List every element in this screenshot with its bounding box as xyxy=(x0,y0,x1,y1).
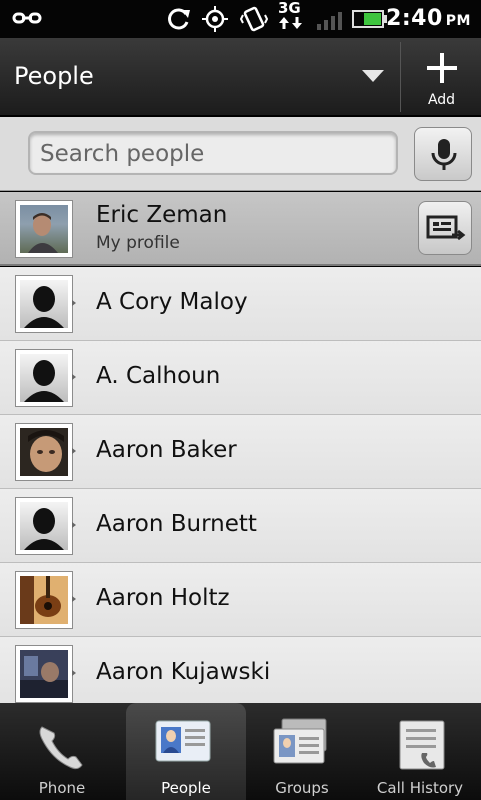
clock-ampm: PM xyxy=(445,13,471,29)
contact-photo xyxy=(20,428,68,476)
voice-search-button[interactable] xyxy=(414,127,472,181)
battery-icon xyxy=(352,10,388,32)
contact-name: Aaron Kujawski xyxy=(96,659,271,685)
header-divider xyxy=(400,42,401,112)
vibrate-icon xyxy=(239,6,269,36)
add-label: Add xyxy=(427,92,456,108)
default-contact-icon xyxy=(20,502,68,550)
bottom-tab-bar: Phone People Groups Call History xyxy=(0,703,481,800)
3g-icon: 3G xyxy=(278,1,306,30)
tab-call-history[interactable]: Call History xyxy=(360,703,480,800)
avatar xyxy=(15,497,73,555)
avatar xyxy=(15,275,73,333)
search-input[interactable]: Search people xyxy=(28,131,398,175)
avatar xyxy=(15,645,73,703)
tick-marker xyxy=(72,596,76,602)
contact-name: Aaron Holtz xyxy=(96,585,230,611)
page-title[interactable]: People xyxy=(14,62,94,90)
groups-icon xyxy=(273,718,327,764)
search-placeholder: Search people xyxy=(40,141,205,167)
clock-time: 2:40 xyxy=(386,6,443,31)
tick-marker xyxy=(72,522,76,528)
contact-name: Aaron Burnett xyxy=(96,511,257,537)
search-bar: Search people xyxy=(0,117,481,191)
header-bar: People Add xyxy=(0,38,481,116)
usb-icon xyxy=(12,10,42,30)
send-card-button[interactable] xyxy=(418,201,472,255)
tick-marker xyxy=(72,670,76,676)
tab-label: Groups xyxy=(275,779,329,797)
avatar xyxy=(15,349,73,407)
tab-phone[interactable]: Phone xyxy=(2,703,122,800)
tick-marker xyxy=(72,374,76,380)
status-bar: 3G 2:40 PM xyxy=(0,0,481,38)
list-item[interactable]: A Cory Maloy xyxy=(0,267,481,341)
profile-subtitle: My profile xyxy=(96,233,180,253)
microphone-icon xyxy=(431,139,457,170)
avatar xyxy=(15,200,73,258)
signal-icon xyxy=(316,8,348,34)
avatar xyxy=(15,423,73,481)
sync-icon xyxy=(166,6,192,36)
contact-photo xyxy=(20,650,68,698)
add-button[interactable]: Add xyxy=(402,38,481,116)
list-item[interactable]: Aaron Burnett xyxy=(0,489,481,563)
gps-icon xyxy=(200,6,230,36)
contact-name: A Cory Maloy xyxy=(96,289,248,315)
tick-marker xyxy=(72,300,76,306)
plus-icon xyxy=(426,52,458,88)
contact-card-icon xyxy=(426,215,466,241)
my-profile-row[interactable]: Eric Zeman My profile xyxy=(0,192,481,266)
tab-label: Phone xyxy=(38,779,86,797)
profile-name: Eric Zeman xyxy=(96,202,228,228)
call-history-icon xyxy=(399,720,445,770)
tick-marker xyxy=(72,448,76,454)
tab-label: People xyxy=(161,779,211,797)
list-item[interactable]: Aaron Baker xyxy=(0,415,481,489)
default-contact-icon xyxy=(20,280,68,328)
contact-card-icon xyxy=(155,720,211,762)
avatar xyxy=(15,571,73,629)
dropdown-arrow-icon[interactable] xyxy=(362,70,384,82)
clock: 2:40 PM xyxy=(386,6,471,31)
tab-label: Call History xyxy=(376,779,464,797)
phone-handset-icon xyxy=(39,726,83,770)
contact-name: A. Calhoun xyxy=(96,363,221,389)
list-item[interactable]: Aaron Kujawski xyxy=(0,637,481,703)
tab-groups[interactable]: Groups xyxy=(242,703,362,800)
network-type: 3G xyxy=(278,0,301,17)
default-contact-icon xyxy=(20,354,68,402)
contact-list[interactable]: A Cory Maloy A. Calhoun Aaron Baker Aaro… xyxy=(0,267,481,703)
tab-people[interactable]: People xyxy=(126,703,246,800)
contact-photo xyxy=(20,576,68,624)
profile-photo xyxy=(20,205,68,253)
list-item[interactable]: Aaron Holtz xyxy=(0,563,481,637)
contact-name: Aaron Baker xyxy=(96,437,237,463)
list-item[interactable]: A. Calhoun xyxy=(0,341,481,415)
